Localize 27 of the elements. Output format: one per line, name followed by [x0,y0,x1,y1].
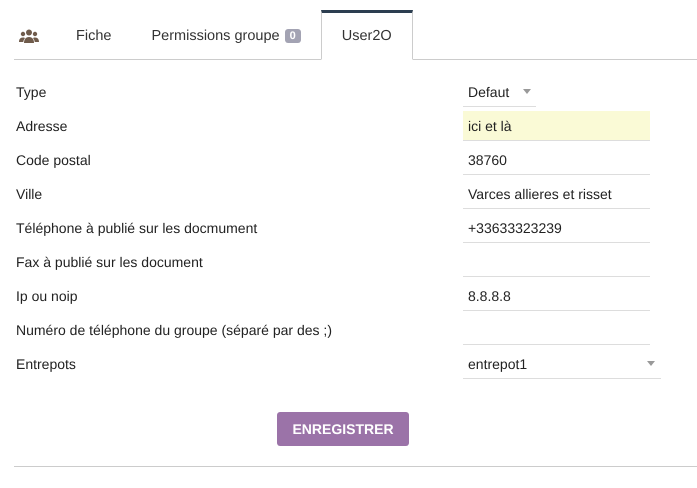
input-field[interactable]: ici et là [463,111,650,141]
tab[interactable]: Permissions groupe 0 [131,10,321,60]
save-button[interactable]: ENREGISTRER [277,412,409,446]
field-label: Téléphone à publié sur les docmument [15,220,258,236]
tab-label: User2O [342,28,392,44]
count-badge: 0 [284,29,301,43]
select-field[interactable]: Defaut [463,77,536,107]
input-field[interactable]: +33633323239 [463,213,650,243]
tab[interactable]: Fiche [56,10,132,60]
caret-icon [647,361,655,366]
users-icon [19,29,39,43]
field-label: Fax à publié sur les document [15,254,204,270]
field-label: Type [15,84,48,100]
tab[interactable]: User2O [320,10,413,60]
select-field[interactable]: entrepot1 [463,349,661,379]
caret-icon [523,89,531,94]
field-label: Adresse [15,118,68,134]
field-label: Entrepots [15,356,77,372]
field-label: Code postal [15,152,92,168]
field-label: Numéro de téléphone du groupe (séparé par des ;) [15,322,333,338]
field-label: Ip ou noip [15,288,78,304]
input-field[interactable]: 8.8.8.8 [463,281,650,311]
tab-label: Permissions groupe [151,28,280,44]
input-field[interactable]: Varces allieres et risset [463,179,650,209]
tab-label: Fiche [76,28,112,44]
field-label: Ville [15,186,44,202]
input-field[interactable]: 38760 [463,145,650,175]
